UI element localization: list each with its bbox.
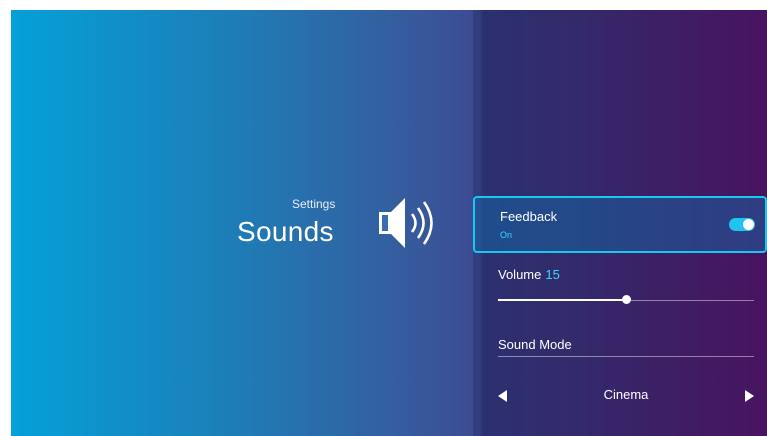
breadcrumb-settings: Settings <box>292 197 336 211</box>
volume-value: 15 <box>545 267 560 282</box>
sound-mode-selector[interactable]: Cinema <box>473 382 767 412</box>
feedback-toggle[interactable] <box>729 218 755 231</box>
toggle-knob <box>743 219 754 230</box>
slider-thumb[interactable] <box>622 295 631 304</box>
feedback-setting[interactable]: Feedback On <box>473 196 767 253</box>
speaker-volume-icon <box>379 198 433 248</box>
sound-mode-label: Sound Mode <box>498 337 572 352</box>
volume-slider[interactable] <box>498 294 754 308</box>
previous-arrow-icon[interactable] <box>498 390 507 402</box>
divider <box>498 356 754 357</box>
next-arrow-icon[interactable] <box>745 390 754 402</box>
feedback-label: Feedback <box>500 209 558 224</box>
sound-mode-value: Cinema <box>603 387 649 402</box>
feedback-status: On <box>500 230 513 240</box>
page-header: Settings Sounds <box>237 194 477 274</box>
volume-label-text: Volume <box>498 267 542 282</box>
volume-label: Volume 15 <box>498 267 560 282</box>
settings-screen: Settings Sounds Feedback On Volume 15 Sou… <box>11 10 767 436</box>
slider-fill <box>498 299 626 301</box>
sound-mode-setting[interactable]: Sound Mode <box>473 332 767 362</box>
page-title: Sounds <box>237 216 334 247</box>
volume-setting[interactable]: Volume 15 <box>473 264 767 304</box>
